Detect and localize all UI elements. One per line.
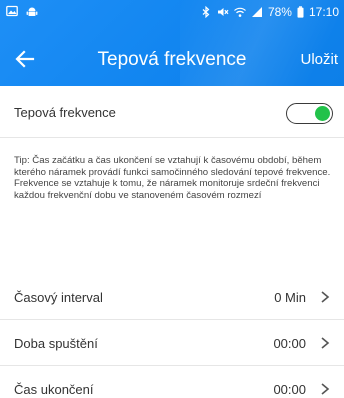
chevron-right-icon [318, 335, 332, 351]
settings-row-value: 00:00 [273, 382, 306, 397]
app-bar: Tepová frekvence Uložit [0, 38, 344, 82]
settings-row-time-interval[interactable]: Časový interval 0 Min [0, 274, 344, 320]
gallery-icon [6, 5, 18, 17]
clock-time: 17:10 [308, 5, 339, 19]
tip-text: Tip: Čas začátku a čas ukončení se vztah… [14, 155, 331, 201]
settings-row-end-time[interactable]: Čas ukončení 00:00 [0, 366, 344, 398]
heart-rate-toggle-row[interactable]: Tepová frekvence [0, 86, 344, 138]
app-header: 78% 17:10 Tepová frekvence Uložit [0, 0, 344, 86]
settings-row-label: Doba spuštění [14, 336, 98, 351]
heart-rate-switch[interactable] [286, 103, 333, 124]
chevron-right-icon [318, 289, 332, 305]
save-button[interactable]: Uložit [300, 51, 338, 68]
status-bar: 78% 17:10 [0, 0, 344, 24]
settings-row-start-time[interactable]: Doba spuštění 00:00 [0, 320, 344, 366]
status-left-icons [6, 5, 38, 17]
wifi-icon [234, 6, 246, 18]
bluetooth-icon [200, 6, 212, 18]
heart-rate-toggle-label: Tepová frekvence [14, 105, 116, 120]
settings-row-label: Časový interval [14, 290, 103, 305]
settings-row-value: 00:00 [273, 336, 306, 351]
settings-row-label: Čas ukončení [14, 382, 94, 397]
switch-knob [315, 105, 330, 121]
signal-icon [251, 6, 263, 18]
android-icon [26, 5, 38, 17]
page-title: Tepová frekvence [97, 49, 247, 70]
battery-percent: 78% [267, 5, 292, 19]
chevron-right-icon [318, 381, 332, 397]
status-right-icons: 78% 17:10 [200, 5, 339, 19]
mute-icon [217, 6, 229, 18]
battery-icon [297, 6, 304, 18]
settings-row-value: 0 Min [274, 290, 306, 305]
